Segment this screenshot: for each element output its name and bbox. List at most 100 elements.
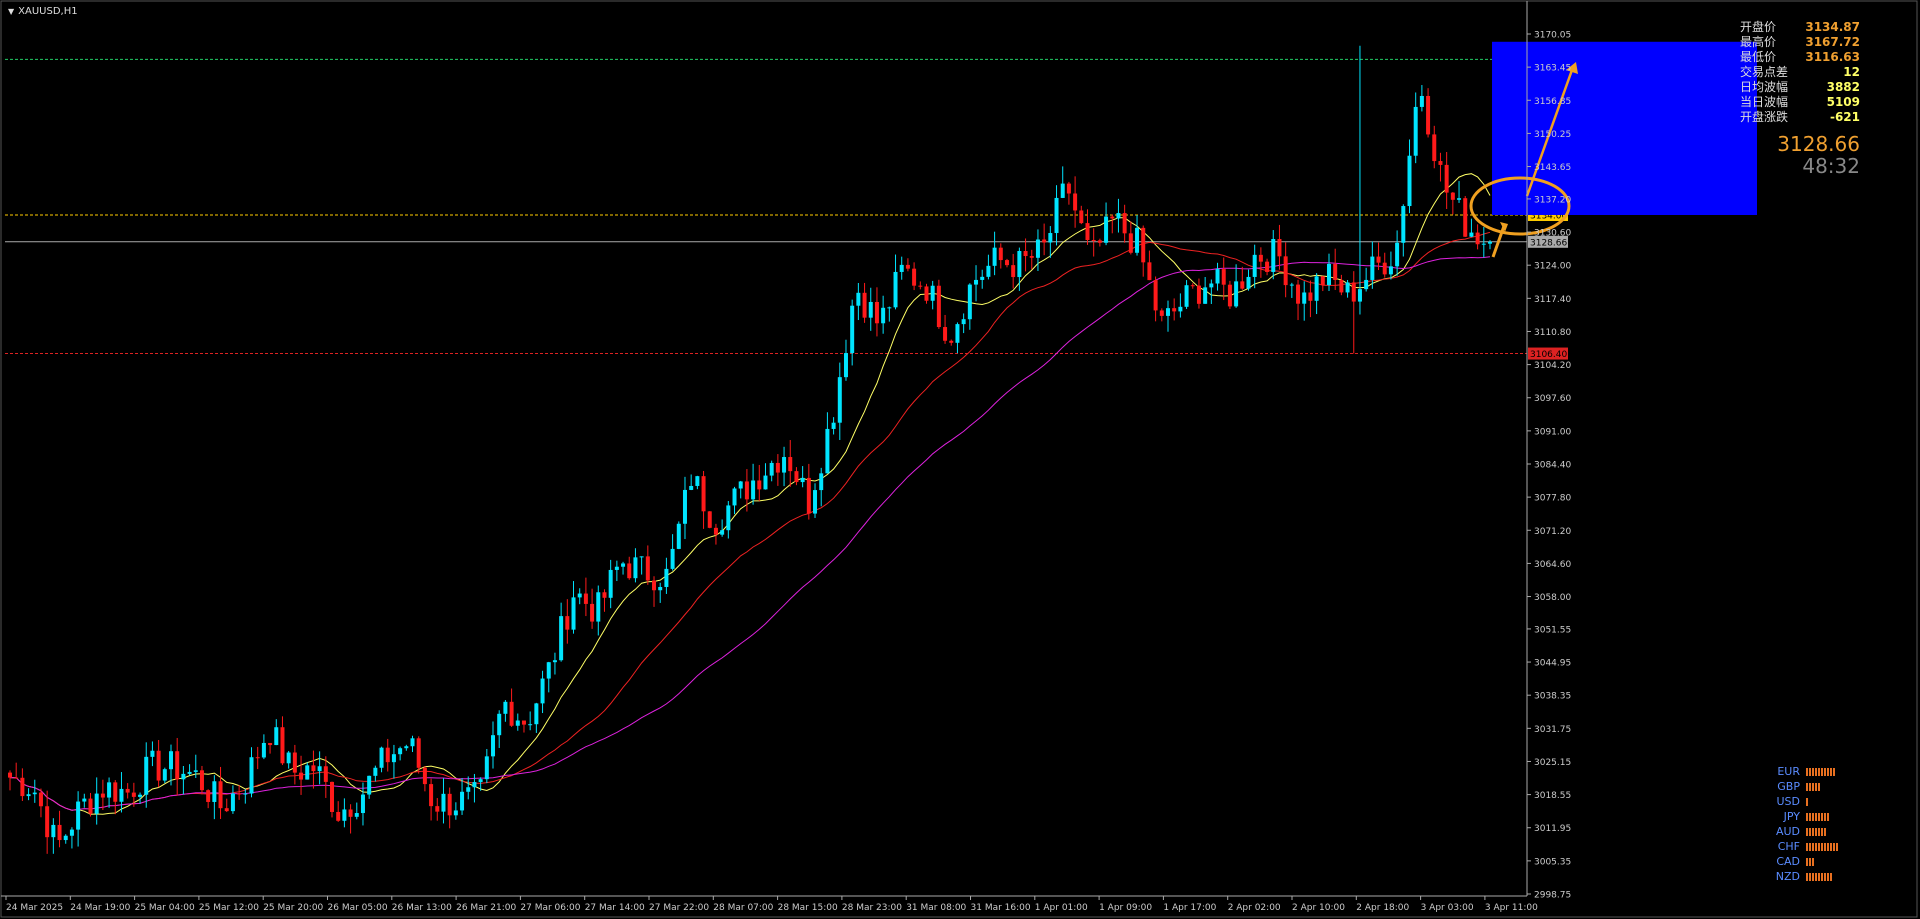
- strength-segment: [1824, 872, 1826, 881]
- candle-body: [949, 340, 954, 343]
- price-level-tag-label: 3106.40: [1530, 350, 1567, 360]
- candle-body: [1153, 280, 1158, 311]
- candle-body: [45, 806, 50, 838]
- dropdown-triangle-icon[interactable]: ▼: [8, 7, 14, 16]
- candle-body: [1029, 256, 1034, 258]
- x-tick-label: 1 Apr 17:00: [1163, 903, 1216, 913]
- candle-body: [1370, 256, 1375, 280]
- candle-body: [1488, 241, 1492, 244]
- strength-segment: [1818, 827, 1820, 836]
- candle-body: [1116, 213, 1121, 219]
- candle-body: [1128, 233, 1133, 253]
- candle-body: [1246, 276, 1251, 289]
- candle-body: [1011, 265, 1016, 278]
- candle-body: [862, 292, 867, 318]
- candle-body: [757, 480, 762, 490]
- info-row-day-range: 当日波幅 5109: [1740, 95, 1860, 109]
- candle-body: [794, 471, 799, 483]
- x-tick-label: 31 Mar 08:00: [906, 903, 966, 913]
- y-tick-label: 3091.00: [1534, 427, 1571, 437]
- candle-body: [676, 523, 681, 549]
- price-info-panel: 开盘价 3134.87 最高价 3167.72 最低价 3116.63 交易点差 12 …: [1740, 20, 1860, 125]
- candle-body: [199, 770, 204, 791]
- info-row-open-change: 开盘涨跌 -621: [1740, 110, 1860, 124]
- candle-body: [336, 811, 341, 821]
- candle-body: [317, 766, 322, 772]
- candle-body: [1438, 161, 1443, 165]
- x-tick-label: 2 Apr 18:00: [1356, 903, 1409, 913]
- strength-segment: [1833, 767, 1835, 776]
- candle-body: [583, 593, 588, 604]
- y-tick-label: 3011.95: [1534, 824, 1571, 834]
- candle-body: [255, 757, 260, 759]
- y-tick-label: 3025.15: [1534, 758, 1571, 768]
- candle-body: [874, 301, 879, 324]
- candle-body: [936, 285, 941, 328]
- candle-body: [1314, 276, 1319, 301]
- candle-body: [193, 770, 198, 772]
- strength-segment: [1824, 842, 1826, 851]
- candle-body: [627, 563, 632, 579]
- y-tick-label: 2998.75: [1534, 891, 1571, 901]
- candle-body: [1333, 263, 1338, 280]
- strength-bar: [1806, 812, 1829, 821]
- candle-body: [1042, 239, 1047, 243]
- candle-body: [720, 530, 725, 535]
- candle-body: [404, 746, 409, 749]
- candle-body: [69, 829, 74, 836]
- candle-body: [905, 264, 910, 269]
- price-chart[interactable]: 3165.003134.003128.663106.40 3170.053163…: [0, 0, 1920, 919]
- strength-segment: [1812, 872, 1814, 881]
- y-tick-label: 3058.00: [1534, 593, 1571, 603]
- strength-segment: [1812, 827, 1814, 836]
- strength-segment: [1809, 812, 1811, 821]
- candle-body: [614, 566, 619, 570]
- candle-body: [837, 377, 842, 423]
- candle-body: [323, 766, 328, 782]
- candle-body: [1073, 193, 1078, 211]
- candle-body: [800, 477, 805, 483]
- symbol-label[interactable]: ▼ XAUUSD,H1: [8, 6, 78, 17]
- candle-body: [918, 285, 923, 287]
- y-tick-label: 3038.35: [1534, 692, 1571, 702]
- x-tick-label: 24 Mar 19:00: [70, 903, 130, 913]
- candle-body: [237, 793, 242, 795]
- strength-segment: [1833, 842, 1835, 851]
- strength-segment: [1830, 842, 1832, 851]
- candle-body: [218, 781, 223, 809]
- strength-segment: [1815, 812, 1817, 821]
- candle-body: [856, 292, 861, 306]
- candle-body: [955, 324, 960, 343]
- candle-body: [20, 777, 25, 797]
- candle-body: [1376, 256, 1381, 263]
- candle-body: [305, 765, 310, 780]
- candle-body: [515, 720, 520, 726]
- candle-body: [460, 791, 465, 811]
- candle-body: [1159, 310, 1164, 316]
- candle-body: [429, 784, 434, 807]
- info-row-avg-range: 日均波幅 3882: [1740, 80, 1860, 94]
- candle-body: [565, 616, 570, 630]
- candle-body: [509, 701, 514, 726]
- candle-body: [1289, 284, 1294, 286]
- candle-body: [850, 305, 855, 354]
- chart-window[interactable]: 3165.003134.003128.663106.40 3170.053163…: [0, 0, 1920, 919]
- candle-body: [398, 748, 403, 755]
- candle-body: [503, 701, 508, 714]
- candle-body: [410, 738, 415, 747]
- candle-body: [26, 794, 31, 797]
- candle-body: [466, 787, 471, 792]
- strength-bar: [1806, 797, 1808, 806]
- candle-body: [788, 457, 793, 472]
- candle-body: [1165, 308, 1170, 316]
- strength-segment: [1809, 827, 1811, 836]
- candle-body: [206, 790, 211, 802]
- candle-body: [1091, 239, 1096, 241]
- candle-body: [775, 462, 780, 473]
- candle-body: [1178, 306, 1183, 312]
- candle-body: [652, 580, 657, 591]
- candle-body: [274, 727, 279, 746]
- candle-body: [806, 477, 811, 514]
- candle-body: [416, 738, 421, 768]
- candle-body: [1296, 284, 1301, 304]
